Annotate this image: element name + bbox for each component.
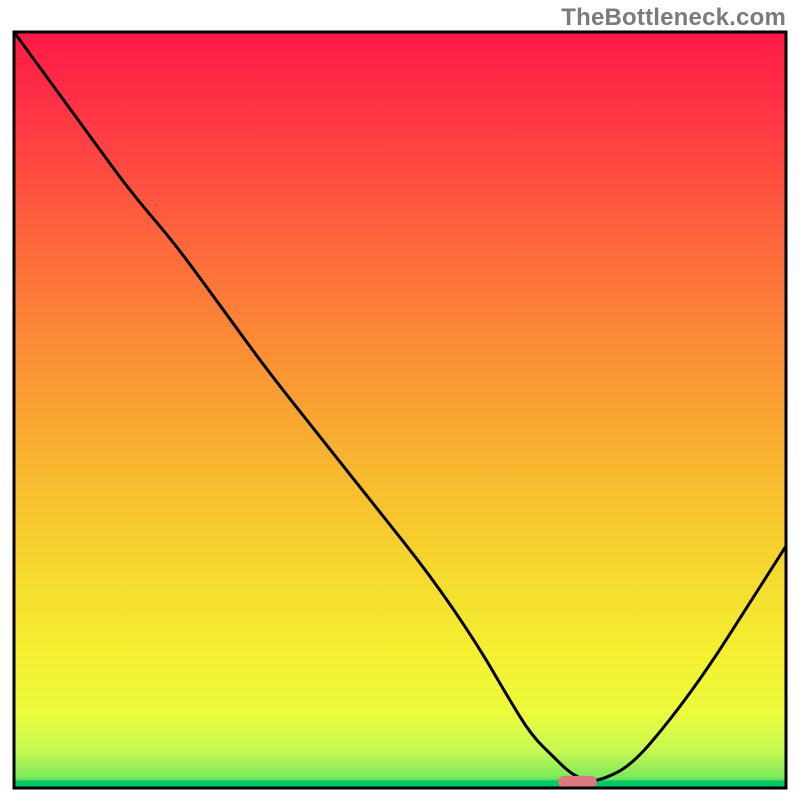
gradient-background <box>14 32 786 788</box>
chart-stage: TheBottleneck.com <box>0 0 800 800</box>
bottleneck-chart <box>0 0 800 800</box>
plot-area <box>14 32 786 788</box>
optimal-marker <box>558 776 597 788</box>
watermark-label: TheBottleneck.com <box>561 4 786 32</box>
